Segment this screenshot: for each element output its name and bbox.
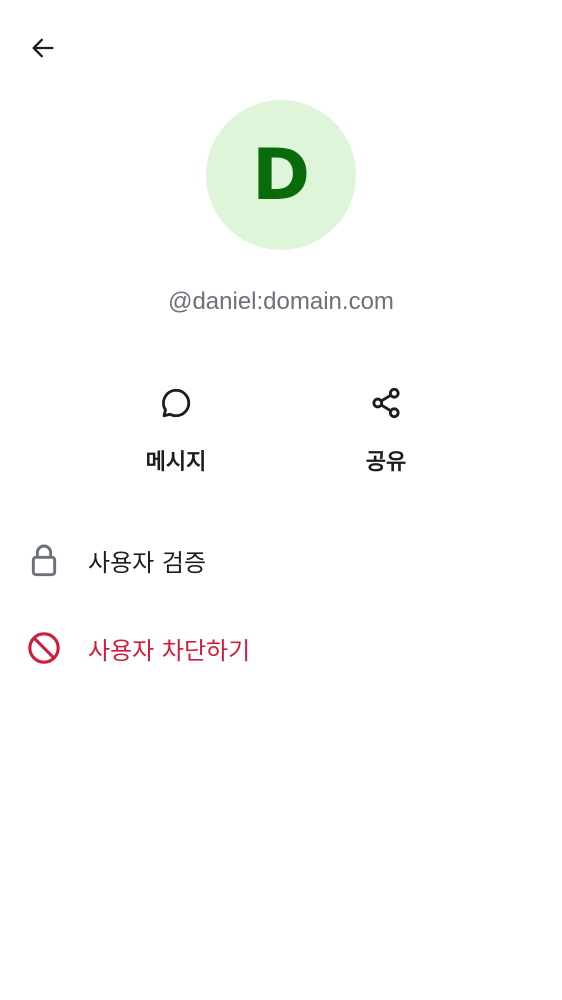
- block-icon: [22, 626, 66, 670]
- avatar-initial: D: [251, 134, 311, 216]
- block-user-label: 사용자 차단하기: [88, 636, 251, 665]
- verify-user-label: 사용자 검증: [88, 548, 207, 577]
- share-button[interactable]: 공유: [316, 380, 456, 476]
- arrow-left-icon: [29, 34, 57, 66]
- back-button[interactable]: [20, 27, 66, 73]
- block-user-item[interactable]: 사용자 차단하기: [0, 618, 562, 678]
- message-button[interactable]: 메시지: [106, 380, 246, 476]
- lock-icon: [22, 538, 66, 582]
- avatar: D: [206, 100, 356, 250]
- message-label: 메시지: [145, 450, 207, 475]
- share-icon: [363, 380, 409, 426]
- chat-bubble-icon: [153, 380, 199, 426]
- user-id: @daniel:domain.com: [168, 288, 394, 315]
- verify-user-item[interactable]: 사용자 검증: [0, 530, 562, 590]
- share-label: 공유: [365, 450, 407, 475]
